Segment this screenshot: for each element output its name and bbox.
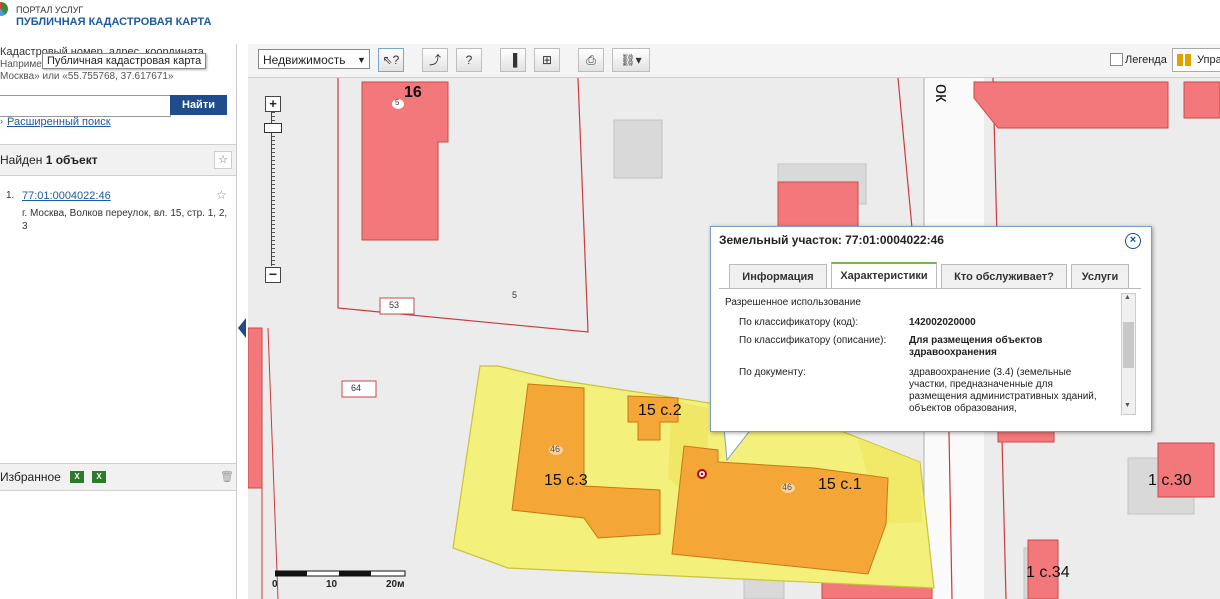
section-title: Разрешенное использование — [725, 297, 861, 308]
building-label-15s2: 15 с.2 — [638, 402, 682, 419]
scale-label-20: 20м — [386, 579, 405, 590]
find-button[interactable]: Найти — [170, 95, 227, 115]
chevron-icon: › — [0, 116, 3, 126]
star-icon[interactable]: ☆ — [216, 188, 227, 202]
field-value: здравоохранение (3.4) (земельные участки… — [909, 367, 1097, 414]
building-label-1s34: 1 с.34 — [1026, 564, 1070, 581]
excel-import-icon[interactable]: X — [92, 471, 106, 483]
left-panel: Кадастровый номер, адрес, координата Нап… — [0, 44, 237, 599]
legend-label: Легенда — [1125, 54, 1167, 66]
ruler-tool-icon[interactable]: ▐ — [500, 48, 526, 72]
building-label-15s3: 15 с.3 — [544, 472, 588, 489]
parcel-label-46: 46 — [782, 482, 793, 492]
field-label: По документу: — [739, 367, 806, 378]
layer-select-value: Недвижимость — [263, 53, 346, 67]
building-number-16: 16 — [404, 84, 422, 101]
header: ПОРТАЛ УСЛУГ ПУБЛИЧНАЯ КАДАСТРОВАЯ КАРТА — [0, 0, 1220, 44]
results-prefix: Найден — [0, 153, 46, 167]
grid-icon — [1177, 54, 1191, 66]
building-label-15s1: 15 с.1 — [818, 476, 862, 493]
close-icon[interactable]: × — [1125, 233, 1141, 249]
collapse-panel-icon[interactable] — [238, 318, 246, 338]
measure-tool-icon[interactable]: ⤴ — [422, 48, 448, 72]
label-5: 5 — [395, 98, 400, 107]
layer-select[interactable]: Недвижимость ▼ — [258, 49, 370, 69]
tab-divider — [719, 288, 1141, 289]
results-count: Найден 1 объект — [0, 153, 98, 167]
portal-name: ПОРТАЛ УСЛУГ — [16, 5, 84, 15]
field-value: Для размещения объектов здравоохранения — [909, 335, 1043, 358]
favorites-header: Избранное X X 🗑 — [0, 463, 236, 491]
dropdown-arrow-icon: ▼ — [357, 55, 366, 65]
area-tool-icon[interactable]: ⊞ — [534, 48, 560, 72]
feature-popup: Земельный участок: 77:01:0004022:46 × Ин… — [710, 226, 1152, 432]
parcel-label-64: 64 — [351, 383, 362, 393]
popup-pointer — [724, 428, 753, 462]
search-example: Москва» или «55.755768, 37.617671» — [0, 71, 174, 82]
advanced-search-link[interactable]: Расширенный поиск — [7, 116, 111, 128]
result-address: г. Москва, Волков переулок, вл. 15, стр.… — [22, 208, 228, 232]
zoom-slider-handle[interactable] — [264, 123, 282, 133]
results-count-value: 1 объект — [45, 153, 98, 167]
info-tool-icon[interactable]: ? — [456, 48, 482, 72]
scale-label-0: 0 — [272, 579, 278, 590]
popup-content: Разрешенное использование По классификат… — [721, 291, 1121, 418]
zoom-in-button[interactable]: + — [265, 96, 281, 112]
app-title[interactable]: ПУБЛИЧНАЯ КАДАСТРОВАЯ КАРТА — [16, 16, 211, 28]
building — [361, 81, 449, 241]
result-number: 1. — [6, 190, 15, 201]
link-icon[interactable]: ⛓▾ — [612, 48, 650, 72]
portal-logo-icon[interactable] — [0, 2, 8, 16]
tab-info[interactable]: Информация — [729, 264, 827, 288]
excel-export-icon[interactable]: X — [70, 471, 84, 483]
manage-button[interactable]: Упра — [1172, 48, 1220, 72]
search-input[interactable] — [0, 95, 171, 117]
field-value: 142002020000 — [909, 317, 976, 328]
field-label: По классификатору (код): — [739, 317, 859, 328]
tab-characteristics[interactable]: Характеристики — [831, 262, 937, 288]
manage-label: Упра — [1197, 54, 1220, 66]
result-cadastral-link[interactable]: 77:01:0004022:46 — [22, 190, 111, 202]
favorites-title: Избранное — [0, 470, 61, 484]
map-toolbar: Недвижимость ▼ ⇖? ⤴ ? ▐ ⊞ ⎙ ⛓▾ Легенда У… — [248, 44, 1220, 78]
search-example-prefix: Наприме — [0, 59, 42, 70]
scroll-up-icon[interactable]: ▲ — [1124, 294, 1131, 301]
zoom-out-button[interactable]: − — [265, 267, 281, 283]
scroll-down-icon[interactable]: ▼ — [1124, 402, 1131, 409]
identify-tool-icon[interactable]: ⇖? — [378, 48, 404, 72]
tab-services[interactable]: Услуги — [1071, 264, 1129, 288]
parcel-label-46: 46 — [550, 444, 561, 454]
scale-bar: 0 10 20м — [272, 570, 415, 599]
results-header: Найден 1 объект ☆ — [0, 144, 236, 176]
print-icon[interactable]: ⎙ — [578, 48, 604, 72]
street-name: ок — [932, 84, 952, 102]
tab-who-serves[interactable]: Кто обслуживает? — [941, 264, 1067, 288]
field-label: По классификатору (описание): — [739, 335, 887, 346]
building-label-1s30: 1 с.30 — [1148, 472, 1192, 489]
parcel-label-5: 5 — [512, 290, 518, 300]
popup-scrollbar[interactable]: ▲ ▼ — [1121, 293, 1136, 415]
popup-title: Земельный участок: 77:01:0004022:46 — [719, 233, 944, 247]
scale-label-10: 10 — [326, 579, 338, 590]
legend-checkbox[interactable] — [1110, 53, 1123, 66]
trash-icon[interactable]: 🗑 — [220, 470, 234, 483]
star-icon[interactable]: ☆ — [214, 151, 232, 169]
zoom-slider-track[interactable] — [271, 112, 275, 266]
scrollbar-thumb[interactable] — [1123, 322, 1134, 368]
tooltip: Публичная кадастровая карта — [42, 53, 207, 69]
parcel-label-53: 53 — [389, 300, 400, 310]
